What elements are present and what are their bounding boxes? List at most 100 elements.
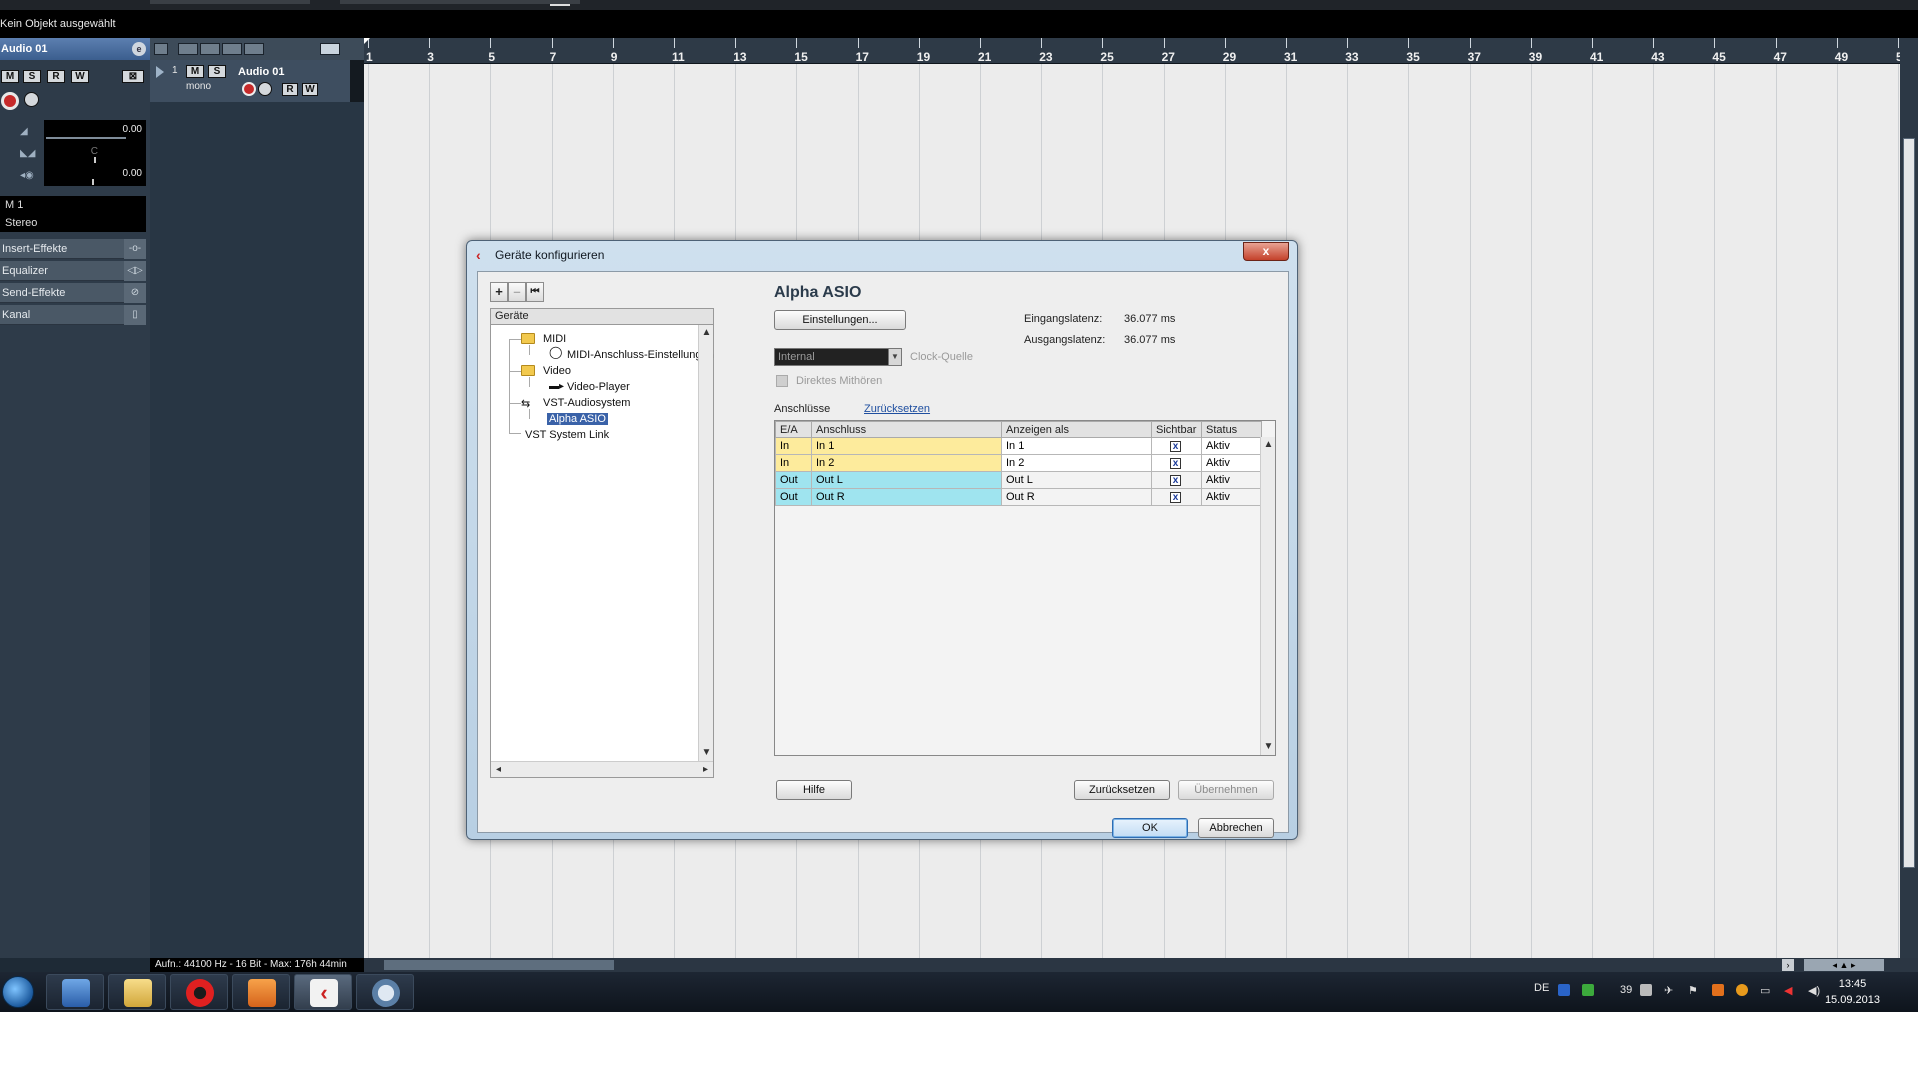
settings-button[interactable]: Einstellungen... — [774, 310, 906, 330]
scroll-right-icon[interactable]: › — [1782, 959, 1794, 971]
track-list-menu-icon[interactable] — [154, 43, 168, 55]
visible-checkbox[interactable]: x — [1170, 458, 1181, 469]
close-button[interactable]: x — [1243, 242, 1289, 261]
column-header-visible[interactable]: Sichtbar — [1151, 421, 1202, 438]
bypass-eq-icon[interactable]: ◁▷ — [124, 261, 146, 281]
track-solo-button[interactable]: S — [208, 65, 226, 78]
tray-flag-icon[interactable]: ⚑ — [1688, 984, 1700, 997]
column-header-display-as[interactable]: Anzeigen als — [1001, 421, 1152, 438]
track-record-button[interactable] — [242, 82, 256, 96]
read-automation-button[interactable]: R — [47, 70, 65, 83]
scroll-down-icon[interactable]: ▼ — [699, 745, 714, 761]
tree-item-midi[interactable]: MIDI — [543, 333, 566, 345]
edit-channel-icon[interactable]: e — [132, 42, 146, 56]
inspector-track-title[interactable]: Audio 01 e — [0, 38, 150, 60]
section-channel[interactable]: Kanal ▯ — [0, 305, 146, 325]
display-as-cell[interactable]: In 2 — [1001, 454, 1152, 472]
clock-source-select[interactable]: Internal ▼ — [774, 348, 902, 366]
monitor-button[interactable] — [24, 92, 39, 107]
bypass-icon[interactable]: ⊠ — [122, 70, 144, 83]
tree-horizontal-scrollbar[interactable]: ◂ ▸ — [491, 761, 713, 777]
scroll-right-icon[interactable]: ▸ — [698, 762, 713, 778]
bypass-inserts-icon[interactable]: -o- — [124, 239, 146, 259]
scroll-up-icon[interactable]: ▲ — [1261, 437, 1275, 453]
display-as-cell[interactable]: Out L — [1001, 471, 1152, 489]
channel-icon[interactable]: ▯ — [124, 305, 146, 325]
solo-button[interactable]: S — [23, 70, 41, 83]
tree-vertical-scrollbar[interactable]: ▲ ▼ — [698, 325, 713, 761]
tree-item-midi-port-setup[interactable]: MIDI-Anschluss-Einstellungen — [567, 349, 714, 361]
tray-update-icon[interactable] — [1736, 984, 1748, 996]
track-controls-icon[interactable] — [320, 43, 340, 55]
tray-security-icon[interactable] — [1582, 984, 1594, 996]
reset-ports-link[interactable]: Zurücksetzen — [864, 403, 930, 415]
header-button-read[interactable] — [222, 43, 242, 55]
section-send-effects[interactable]: Send-Effekte ⊘ — [0, 283, 146, 303]
scroll-left-icon[interactable]: ◂ — [491, 762, 506, 778]
vertical-scroll-thumb[interactable] — [1903, 138, 1915, 868]
section-insert-effects[interactable]: Insert-Effekte -o- — [0, 239, 146, 259]
vertical-scrollbar[interactable] — [1900, 38, 1918, 958]
taskbar-app-messenger[interactable] — [356, 974, 414, 1010]
visible-checkbox[interactable]: x — [1170, 492, 1181, 503]
zoom-slider[interactable]: ◂ ▲ ▸ — [1804, 959, 1884, 971]
horizontal-scrollbar[interactable]: › ◂ ▲ ▸ — [364, 958, 1918, 972]
track-name[interactable]: Audio 01 — [238, 66, 284, 78]
taskbar-app-network[interactable] — [46, 974, 104, 1010]
taskbar-app-explorer[interactable] — [108, 974, 166, 1010]
column-header-port[interactable]: Anschluss — [811, 421, 1002, 438]
tree-item-vst-system-link[interactable]: VST System Link — [525, 429, 609, 441]
header-button-write[interactable] — [244, 43, 264, 55]
output-routing-select[interactable]: Stereo — [0, 214, 146, 232]
track-read-button[interactable]: R — [282, 83, 298, 96]
bypass-sends-icon[interactable]: ⊘ — [124, 283, 146, 303]
track-monitor-button[interactable] — [258, 82, 272, 96]
left-locator-marker[interactable] — [364, 38, 370, 44]
record-enable-button[interactable] — [1, 92, 19, 110]
system-clock[interactable]: 13:45 15.09.2013 — [1825, 976, 1880, 1008]
delay-control[interactable]: 0.00 — [44, 164, 146, 186]
tray-network-icon[interactable]: ▭ — [1760, 984, 1772, 997]
mute-button[interactable]: M — [1, 70, 19, 83]
tray-speaker-muted-icon[interactable]: ◀ — [1784, 984, 1796, 997]
column-header-status[interactable]: Status — [1201, 421, 1262, 438]
taskbar-app-opera[interactable] — [170, 974, 228, 1010]
tray-grid-icon[interactable] — [1712, 984, 1724, 996]
add-device-button[interactable]: + — [490, 282, 508, 302]
direct-monitoring-checkbox[interactable] — [776, 375, 788, 387]
input-routing-select[interactable]: M 1 — [0, 196, 146, 214]
volume-fader[interactable]: 0.00 — [44, 120, 146, 142]
tree-item-video[interactable]: Video — [543, 365, 571, 377]
write-automation-button[interactable]: W — [71, 70, 89, 83]
ports-vertical-scrollbar[interactable]: ▲ ▼ — [1260, 437, 1275, 755]
reset-button[interactable]: Zurücksetzen — [1074, 780, 1170, 800]
tray-app-icon[interactable] — [1558, 984, 1570, 996]
pan-control[interactable]: C — [44, 142, 146, 164]
remove-device-button[interactable]: – — [508, 282, 526, 302]
visible-checkbox[interactable]: x — [1170, 441, 1181, 452]
tree-item-video-player[interactable]: Video-Player — [567, 381, 630, 393]
language-indicator[interactable]: DE — [1534, 982, 1549, 994]
taskbar-app-cubase[interactable]: ‹ — [294, 974, 352, 1010]
scroll-up-icon[interactable]: ▲ — [699, 325, 714, 341]
reset-device-button[interactable]: ⏮ — [526, 282, 544, 302]
tray-volume-icon[interactable]: ◀) — [1808, 984, 1820, 997]
table-row[interactable]: In In 2 In 2 x Aktiv — [775, 454, 1262, 472]
ok-button[interactable]: OK — [1112, 818, 1188, 838]
table-row[interactable]: Out Out R Out R x Aktiv — [775, 488, 1262, 506]
apply-button[interactable]: Übernehmen — [1178, 780, 1274, 800]
expand-track-icon[interactable] — [156, 66, 164, 78]
help-button[interactable]: Hilfe — [776, 780, 852, 800]
column-header-io[interactable]: E/A — [775, 421, 812, 438]
tree-item-vst-audio-system[interactable]: VST-Audiosystem — [543, 397, 630, 409]
tree-item-alpha-asio[interactable]: Alpha ASIO — [547, 413, 608, 425]
header-button-mute[interactable] — [178, 43, 198, 55]
timeline-ruler[interactable]: 1 3 5 7 9 11 13 15 17 19 21 23 25 27 29 31 33 35 37 39 41 43 4… — [364, 38, 1909, 64]
tray-device-icon[interactable] — [1640, 984, 1652, 996]
device-tree[interactable]: MIDI ◯ MIDI-Anschluss-Einstellungen Vide… — [490, 324, 714, 778]
start-button-icon[interactable] — [2, 976, 34, 1008]
track-mute-button[interactable]: M — [186, 65, 204, 78]
horizontal-scroll-thumb[interactable] — [384, 960, 614, 970]
visible-checkbox[interactable]: x — [1170, 475, 1181, 486]
display-as-cell[interactable]: Out R — [1001, 488, 1152, 506]
